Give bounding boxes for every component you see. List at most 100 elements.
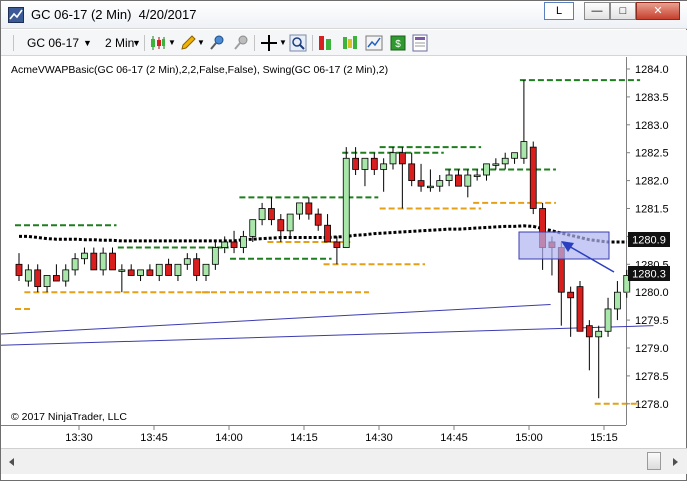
candle-body [370,157,378,170]
candle-body [211,247,219,265]
candle-body [109,252,116,271]
candle-body [258,208,266,221]
candle-body [333,241,341,248]
attach-indicator-icon[interactable] [208,34,226,52]
candle-body [43,275,51,288]
candle-body [324,224,331,243]
price-chart[interactable]: 1284.01283.51283.01282.51282.01281.51281… [1,57,687,447]
time-tick-label: 14:15 [290,432,318,444]
candle-body [445,174,453,182]
chart-scrollbar[interactable] [1,448,687,474]
candle-body [614,291,621,310]
candle-body [501,157,509,165]
pencil-draw-icon[interactable] [179,34,197,52]
price-tick-label: 1284.0 [635,64,669,76]
strategies-icon[interactable] [341,34,359,52]
candle-body [127,269,135,276]
chevron-down-icon[interactable]: ▼ [168,34,176,52]
vwap-price-marker: 1280.9 [628,232,670,247]
properties-icon[interactable] [411,34,429,52]
candle-body [71,258,79,271]
price-tick-label: 1282.5 [635,148,669,160]
app-icon [8,7,24,23]
candle-body [202,263,210,276]
candlestick-style-icon[interactable] [149,34,167,52]
copyright-label: © 2017 NinjaTrader, LLC [11,411,127,423]
time-axis: 13:30 13:45 14:00 14:15 14:30 14:45 15:00 15:15 [65,425,618,444]
scroll-right-icon[interactable] [668,455,682,469]
candle-body [483,163,490,176]
maximize-button[interactable]: □ [610,2,636,20]
zoom-icon[interactable] [289,34,307,52]
close-button[interactable]: ✕ [636,2,680,20]
detach-icon[interactable] [232,34,250,52]
candle-body [529,146,537,209]
candle-body [90,252,98,271]
toolbar-separator [144,35,145,51]
price-tick-label: 1279.5 [635,315,669,327]
candle-body [342,157,350,248]
candle-body [576,286,584,332]
candle-body [511,152,518,159]
crosshair-icon[interactable] [260,34,278,52]
candle-body [585,325,593,338]
candle-body [286,213,294,232]
chart-window: GC 06-17 (2 Min) 4/20/2017 L — □ ✕ GC 06… [0,0,687,481]
candle-body [426,185,434,189]
time-tick-label: 13:30 [65,432,93,444]
indicators-icon[interactable] [317,34,335,52]
candle-body [268,208,275,221]
candle-body [118,269,126,272]
time-tick-label: 14:45 [440,432,468,444]
layout-button[interactable]: L [544,2,574,20]
last-price-marker: 1280.3 [628,266,670,281]
last-price-label: 1280.3 [632,269,666,281]
candle-body [193,258,201,276]
scrollbar-thumb[interactable] [647,452,661,470]
candle-body [305,202,313,215]
candle-body [137,269,144,276]
down-candle [529,141,537,215]
instrument-selector[interactable]: GC 06-17 [27,34,79,52]
candle-body [361,157,369,170]
interval-selector[interactable]: 2 Min [105,34,134,52]
scroll-left-icon[interactable] [5,455,19,469]
price-tick-label: 1278.0 [635,399,669,411]
candle-body [473,174,481,177]
toolbar-separator [312,35,313,51]
candle-body [53,275,60,282]
time-tick-label: 14:00 [215,432,243,444]
candle-body [146,269,154,276]
price-tick-label: 1280.0 [635,287,669,299]
data-box-icon[interactable]: $ [389,34,407,52]
price-tick-label: 1281.5 [635,204,669,216]
title-bar[interactable]: GC 06-17 (2 Min) 4/20/2017 L — □ ✕ [1,1,687,29]
candle-body [398,152,406,165]
chevron-down-icon[interactable]: ▼ [197,34,205,52]
chart-trader-icon[interactable] [365,34,383,52]
minimize-button[interactable]: — [584,2,610,20]
price-tick-label: 1278.5 [635,371,669,383]
svg-text:$: $ [395,39,401,50]
chevron-down-icon[interactable]: ▼ [132,34,141,52]
candle-body [352,157,360,170]
candle-body [492,163,500,166]
chevron-down-icon[interactable]: ▼ [279,34,287,52]
price-tick-label: 1279.0 [635,343,669,355]
price-tick-label: 1283.0 [635,120,669,132]
candle-body [62,269,70,282]
chevron-down-icon[interactable]: ▼ [83,34,92,52]
candle-body [183,258,191,265]
price-tick-label: 1282.0 [635,176,669,188]
price-tick-label: 1283.5 [635,92,669,104]
candle-body [604,308,612,332]
candle-body [230,241,238,248]
time-tick-label: 14:30 [365,432,393,444]
candle-body [464,174,472,187]
candle-body [595,330,603,338]
candle-body [436,180,444,187]
candle-body [239,235,247,248]
candle-body [417,180,425,187]
candle-body [34,269,42,288]
indicator-label: AcmeVWAPBasic(GC 06-17 (2 Min),2,2,False… [11,64,388,76]
